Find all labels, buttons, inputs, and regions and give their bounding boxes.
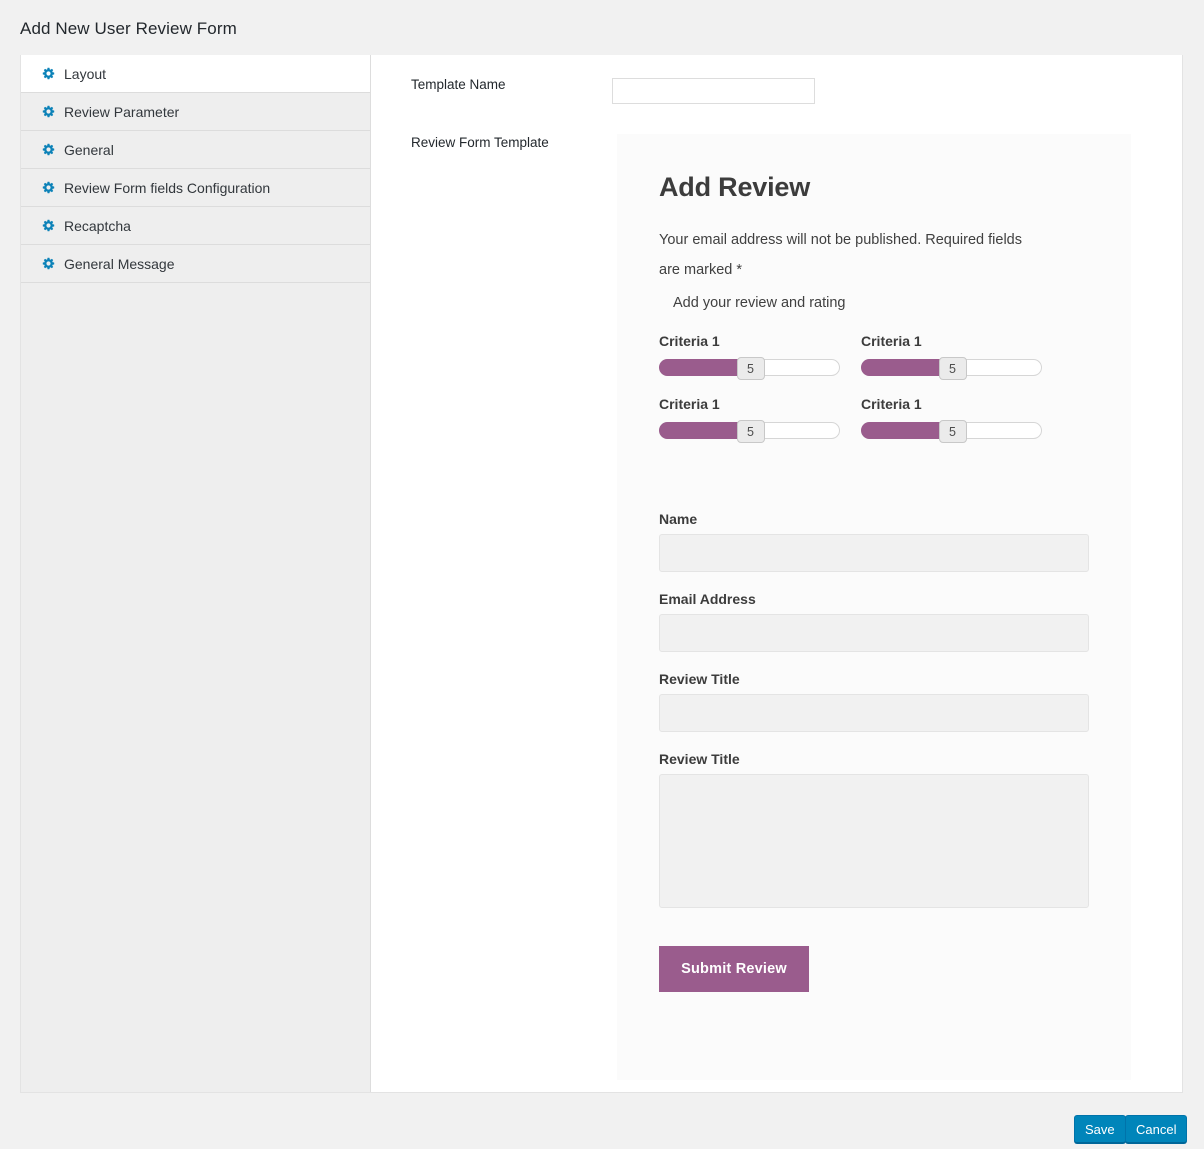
settings-card: Layout Review Parameter General Review Form… (20, 55, 1183, 1093)
submit-review-button[interactable]: Submit Review (659, 946, 809, 992)
criteria-slider[interactable]: 5 (861, 422, 1042, 439)
gear-icon (42, 219, 55, 232)
settings-sidebar: Layout Review Parameter General Review Form… (21, 55, 371, 1092)
footer-bar: Save Cancel (0, 1101, 1204, 1149)
slider-thumb[interactable]: 5 (737, 357, 765, 380)
email-address-input[interactable] (659, 614, 1089, 652)
preview-notice: Your email address will not be published… (659, 225, 1037, 285)
sidebar-item-review-form-fields-configuration[interactable]: Review Form fields Configuration (21, 169, 370, 207)
preview-field-label: Name (659, 511, 1089, 527)
criteria-spacer (659, 461, 1089, 511)
preview-field-group: Review Title (659, 671, 1089, 732)
name-input[interactable] (659, 534, 1089, 572)
preview-fields: Name Email Address Review Title Review Titl… (659, 511, 1089, 908)
criteria-slider[interactable]: 5 (861, 359, 1042, 376)
sidebar-item-label: Recaptcha (64, 219, 131, 233)
slider-thumb[interactable]: 5 (939, 357, 967, 380)
cancel-button[interactable]: Cancel (1125, 1115, 1187, 1143)
criteria-item: Criteria 1 5 (659, 396, 861, 439)
preview-field-group: Review Title (659, 751, 1089, 908)
preview-field-label: Review Title (659, 671, 1089, 687)
save-button[interactable]: Save (1074, 1115, 1126, 1143)
preview-field-group: Name (659, 511, 1089, 572)
settings-content: Template Name Review Form Template Add R… (372, 55, 1182, 1092)
sidebar-item-label: General Message (64, 257, 175, 271)
gear-icon (42, 105, 55, 118)
criteria-item: Criteria 1 5 (861, 396, 1063, 439)
preview-field-label: Email Address (659, 591, 1089, 607)
sidebar-item-general-message[interactable]: General Message (21, 245, 370, 283)
criteria-label: Criteria 1 (659, 333, 861, 349)
slider-thumb[interactable]: 5 (737, 420, 765, 443)
criteria-label: Criteria 1 (861, 333, 1063, 349)
gear-icon (42, 257, 55, 270)
preview-heading: Add Review (659, 172, 1089, 203)
gear-icon (42, 181, 55, 194)
gear-icon (42, 143, 55, 156)
review-body-textarea[interactable] (659, 774, 1089, 908)
review-title-input[interactable] (659, 694, 1089, 732)
sidebar-item-review-parameter[interactable]: Review Parameter (21, 93, 370, 131)
page-title: Add New User Review Form (20, 19, 237, 39)
criteria-item: Criteria 1 5 (861, 333, 1063, 376)
sidebar-item-label: Layout (64, 67, 106, 81)
sidebar-item-recaptcha[interactable]: Recaptcha (21, 207, 370, 245)
criteria-item: Criteria 1 5 (659, 333, 861, 376)
sidebar-item-label: General (64, 143, 114, 157)
admin-page: Add New User Review Form Layout Review Pa… (0, 0, 1204, 1149)
criteria-label: Criteria 1 (861, 396, 1063, 412)
gear-icon (42, 67, 55, 80)
preview-subnotice: Add your review and rating (673, 295, 1089, 311)
criteria-grid: Criteria 15Criteria 15Criteria 15Criteri… (659, 333, 1089, 439)
sidebar-item-label: Review Parameter (64, 105, 179, 119)
criteria-slider[interactable]: 5 (659, 422, 840, 439)
template-name-label: Template Name (411, 77, 506, 92)
template-name-input[interactable] (612, 78, 815, 104)
preview-field-label: Review Title (659, 751, 1089, 767)
criteria-slider[interactable]: 5 (659, 359, 840, 376)
preview-field-group: Email Address (659, 591, 1089, 652)
criteria-label: Criteria 1 (659, 396, 861, 412)
slider-thumb[interactable]: 5 (939, 420, 967, 443)
sidebar-item-general[interactable]: General (21, 131, 370, 169)
review-form-preview: Add Review Your email address will not b… (617, 134, 1131, 1080)
review-form-template-label: Review Form Template (411, 135, 549, 150)
sidebar-item-label: Review Form fields Configuration (64, 181, 270, 195)
sidebar-item-layout[interactable]: Layout (21, 55, 370, 93)
sidebar-filler (21, 283, 370, 883)
